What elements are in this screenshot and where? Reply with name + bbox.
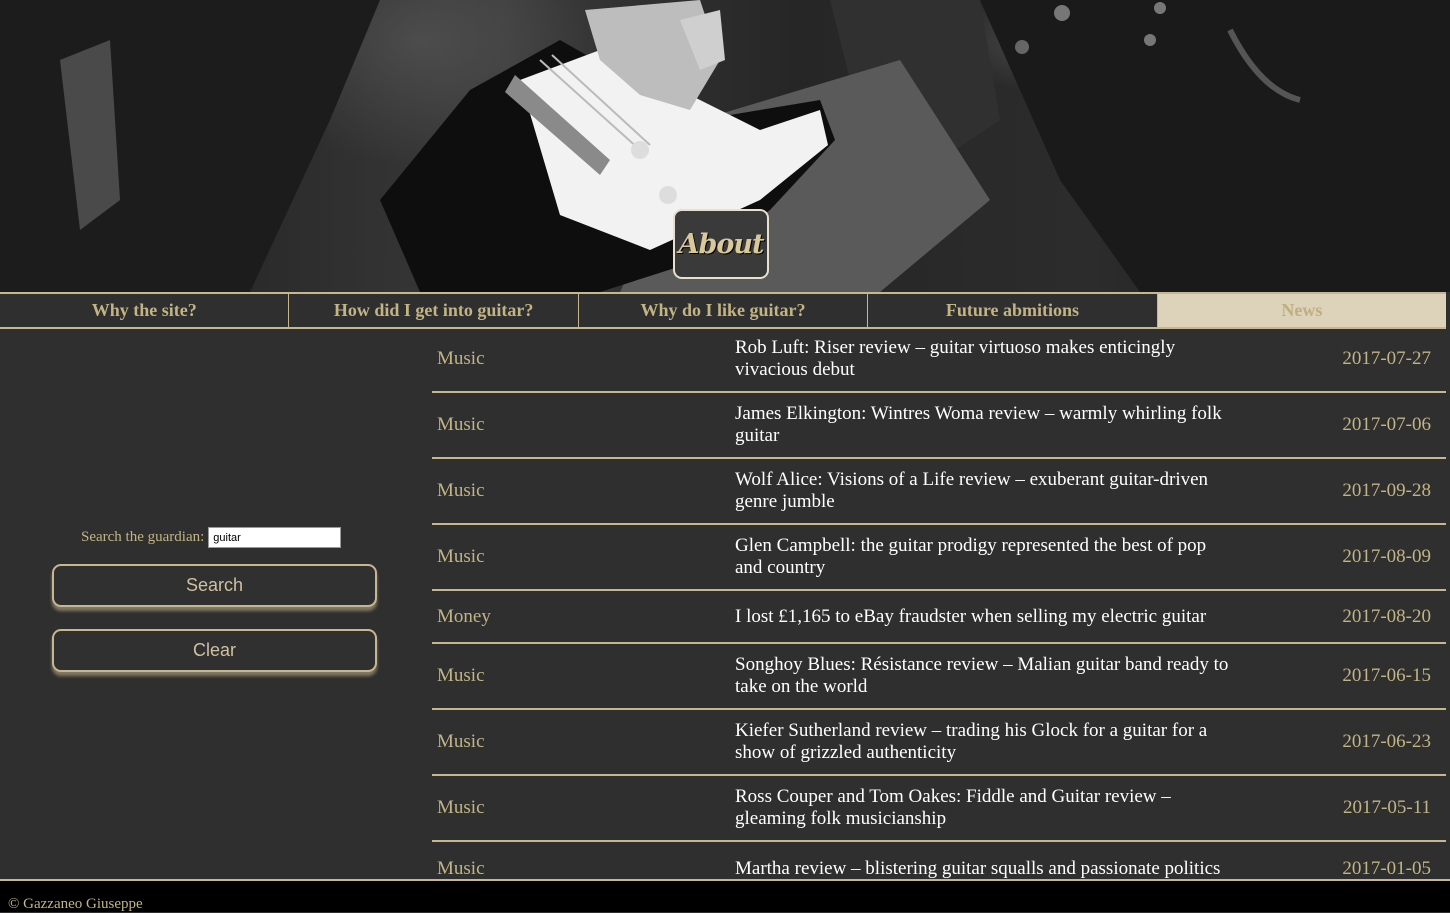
news-title-link[interactable]: Martha review – blistering guitar squall…	[735, 858, 1235, 880]
search-button[interactable]: Search	[52, 564, 377, 607]
news-section: Music	[437, 665, 485, 686]
main-nav: Why the site? How did I get into guitar?…	[0, 292, 1447, 329]
news-row[interactable]: Music Glen Campbell: the guitar prodigy …	[432, 525, 1446, 591]
nav-tab-why-the-site[interactable]: Why the site?	[0, 294, 290, 327]
news-row[interactable]: Music Martha review – blistering guitar …	[432, 842, 1446, 879]
news-row[interactable]: Music Wolf Alice: Visions of a Life revi…	[432, 459, 1446, 525]
hero-banner-image: About	[0, 0, 1450, 292]
nav-tab-future-ambitions[interactable]: Future abmitions	[868, 294, 1158, 327]
news-title-link[interactable]: I lost £1,165 to eBay fraudster when sel…	[735, 606, 1235, 628]
news-date: 2017-08-09	[1342, 546, 1431, 567]
clear-button[interactable]: Clear	[52, 629, 377, 672]
news-title-link[interactable]: Songhoy Blues: Résistance review – Malia…	[735, 654, 1235, 698]
news-row[interactable]: Music Ross Couper and Tom Oakes: Fiddle …	[432, 776, 1446, 842]
news-title-link[interactable]: Kiefer Sutherland review – trading his G…	[735, 720, 1235, 764]
news-date: 2017-06-15	[1342, 665, 1431, 686]
news-row[interactable]: Music James Elkington: Wintres Woma revi…	[432, 393, 1446, 459]
news-date: 2017-07-06	[1342, 414, 1431, 435]
news-row[interactable]: Music Songhoy Blues: Résistance review –…	[432, 644, 1446, 710]
news-section: Money	[437, 605, 491, 627]
nav-tab-how-into-guitar[interactable]: How did I get into guitar?	[289, 294, 579, 327]
news-title-link[interactable]: Ross Couper and Tom Oakes: Fiddle and Gu…	[735, 786, 1235, 830]
news-section: Music	[437, 797, 485, 818]
news-section: Music	[437, 731, 485, 752]
nav-tab-news[interactable]: News	[1157, 294, 1447, 327]
news-title-link[interactable]: Wolf Alice: Visions of a Life review – e…	[735, 469, 1235, 513]
news-title-link[interactable]: Rob Luft: Riser review – guitar virtuoso…	[735, 337, 1235, 381]
news-date: 2017-01-05	[1342, 857, 1431, 879]
news-section: Music	[437, 414, 485, 435]
news-section: Music	[437, 857, 485, 879]
news-title-link[interactable]: James Elkington: Wintres Woma review – w…	[735, 403, 1235, 447]
about-button[interactable]: About	[673, 209, 769, 279]
news-date: 2017-09-28	[1342, 480, 1431, 501]
nav-tab-why-like-guitar[interactable]: Why do I like guitar?	[579, 294, 869, 327]
news-results-list: Music Rob Luft: Riser review – guitar vi…	[432, 327, 1446, 879]
news-row[interactable]: Music Rob Luft: Riser review – guitar vi…	[432, 327, 1446, 393]
search-input[interactable]	[208, 527, 342, 548]
news-date: 2017-08-20	[1342, 605, 1431, 627]
news-date: 2017-05-11	[1343, 797, 1431, 818]
search-label: Search the guardian:	[81, 529, 205, 545]
news-section: Music	[437, 546, 485, 567]
news-date: 2017-06-23	[1342, 731, 1431, 752]
footer: © Gazzaneo Giuseppe	[0, 879, 1450, 912]
news-section: Music	[437, 348, 485, 369]
search-form: Search the guardian:	[81, 527, 342, 548]
news-section: Music	[437, 480, 485, 501]
news-date: 2017-07-27	[1342, 348, 1431, 369]
news-row[interactable]: Money I lost £1,165 to eBay fraudster wh…	[432, 591, 1446, 644]
news-title-link[interactable]: Glen Campbell: the guitar prodigy repres…	[735, 535, 1235, 579]
news-row[interactable]: Music Kiefer Sutherland review – trading…	[432, 710, 1446, 776]
copyright-text: © Gazzaneo Giuseppe	[8, 896, 143, 912]
